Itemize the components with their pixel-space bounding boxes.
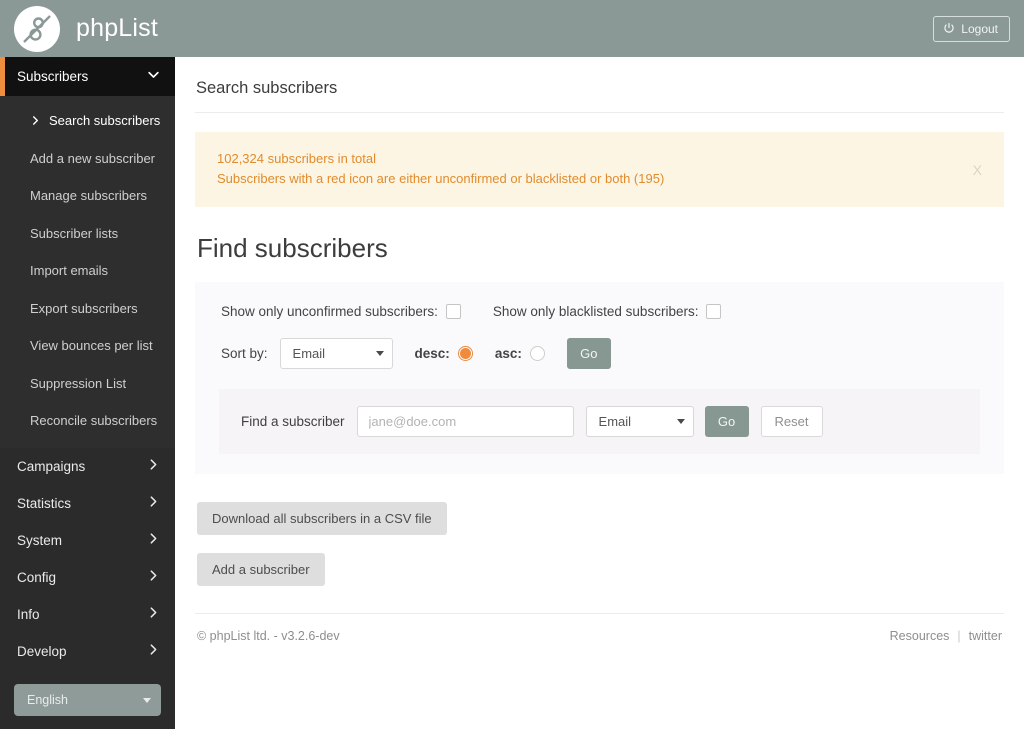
sidebar-item-label: Reconcile subscribers [30, 413, 158, 429]
language-select-value: English [27, 693, 68, 707]
sidebar-group-label: Statistics [17, 495, 72, 511]
sidebar-item-label: Subscriber lists [30, 225, 119, 241]
sidebar-group-subscribers[interactable]: Subscribers [0, 57, 175, 96]
sidebar-item-label: Export subscribers [30, 300, 138, 316]
sidebar-item-label: Suppression List [30, 375, 127, 391]
sort-row: Sort by: Email desc: asc: Go [219, 338, 980, 369]
caret-down-icon [143, 697, 151, 703]
find-subscriber-input[interactable] [356, 406, 574, 437]
logout-button[interactable]: Logout [933, 16, 1010, 42]
sort-by-select[interactable]: Email [279, 338, 393, 369]
footer-separator: | [957, 629, 961, 643]
sort-go-button[interactable]: Go [566, 338, 611, 369]
footer-links: Resources | twitter [890, 629, 1002, 643]
language-selector-wrap: English [0, 684, 175, 729]
unconfirmed-checkbox[interactable] [445, 304, 461, 319]
sidebar-item-search-subscribers[interactable]: Search subscribers [0, 102, 175, 140]
sidebar-item-label: Search subscribers [49, 113, 161, 129]
filter-checkbox-row: Show only unconfirmed subscribers: Show … [219, 304, 980, 319]
caret-down-icon [676, 419, 685, 424]
chevron-down-icon [146, 67, 161, 87]
logout-label: Logout [961, 22, 998, 36]
sidebar-item-manage-subscribers[interactable]: Manage subscribers [0, 177, 175, 215]
sidebar-group-system[interactable]: System [0, 521, 175, 559]
info-alert: 102,324 subscribers in total Subscribers… [195, 132, 1004, 207]
app-root: phpList Logout Subscribers Search subscr… [0, 0, 1024, 729]
sidebar-item-label: View bounces per list [30, 338, 153, 354]
page-title: Search subscribers [196, 79, 338, 97]
sidebar-item-export-subscribers[interactable]: Export subscribers [0, 290, 175, 328]
sidebar-group-statistics[interactable]: Statistics [0, 484, 175, 522]
desc-radio[interactable] [457, 346, 473, 361]
sort-by-select-value: Email [292, 346, 326, 361]
title-divider [195, 112, 1004, 113]
sidebar-group-info[interactable]: Info [0, 595, 175, 633]
unconfirmed-checkbox-label: Show only unconfirmed subscribers: [221, 304, 438, 319]
chevron-right-icon [147, 606, 160, 622]
sidebar-group-label: System [17, 532, 63, 548]
find-go-button[interactable]: Go [704, 406, 749, 437]
caret-down-icon [375, 351, 384, 356]
chevron-right-icon [147, 532, 160, 548]
sidebar-item-suppression-list[interactable]: Suppression List [0, 365, 175, 403]
sidebar-group-label: Develop [17, 643, 67, 659]
body-row: Subscribers Search subscribers Add a new… [0, 57, 1024, 729]
power-icon [943, 22, 955, 36]
asc-radio[interactable] [529, 346, 545, 361]
sidebar-item-label: Manage subscribers [30, 188, 148, 204]
sidebar-item-reconcile-subscribers[interactable]: Reconcile subscribers [0, 402, 175, 440]
find-subscriber-label: Find a subscriber [241, 414, 345, 429]
sidebar-group-develop[interactable]: Develop [0, 632, 175, 670]
chevron-right-icon [147, 643, 160, 659]
find-reset-button[interactable]: Reset [760, 406, 823, 437]
blacklisted-checkbox[interactable] [706, 304, 722, 319]
desc-radio-label: desc: [414, 346, 450, 361]
sidebar-item-import-emails[interactable]: Import emails [0, 252, 175, 290]
chevron-right-icon [147, 569, 160, 585]
footer: © phpList ltd. - v3.2.6-dev Resources | … [195, 614, 1004, 643]
close-icon[interactable]: X [969, 161, 986, 179]
section-title: Find subscribers [197, 233, 388, 263]
alert-redicon-line: Subscribers with a red icon are either u… [217, 171, 665, 186]
find-subscribers-panel: Show only unconfirmed subscribers: Show … [195, 282, 1004, 474]
download-csv-button[interactable]: Download all subscribers in a CSV file [197, 502, 447, 535]
footer-twitter-link[interactable]: twitter [969, 629, 1002, 643]
sidebar-item-label: Add a new subscriber [30, 150, 156, 166]
sidebar-item-view-bounces-per-list[interactable]: View bounces per list [0, 327, 175, 365]
sidebar-group-label: Campaigns [17, 458, 86, 474]
find-field-select-value: Email [598, 414, 632, 429]
find-field-select[interactable]: Email [585, 406, 694, 437]
sidebar: Subscribers Search subscribers Add a new… [0, 57, 175, 729]
language-select[interactable]: English [14, 684, 161, 716]
app-header: phpList Logout [0, 0, 1024, 57]
sidebar-group-label: Info [17, 606, 40, 622]
sidebar-group-label: Config [17, 569, 57, 585]
add-subscriber-button[interactable]: Add a subscriber [197, 553, 325, 586]
sidebar-item-add-a-new-subscriber[interactable]: Add a new subscriber [0, 140, 175, 178]
chevron-right-icon [30, 115, 41, 126]
sidebar-group-label: Subscribers [17, 69, 89, 84]
footer-copyright: © phpList ltd. - v3.2.6-dev [197, 629, 340, 643]
asc-radio-label: asc: [494, 346, 522, 361]
brand-title: phpList [76, 14, 159, 42]
sidebar-group-campaigns[interactable]: Campaigns [0, 447, 175, 485]
sidebar-item-label: Import emails [30, 263, 109, 279]
find-subscriber-row: Find a subscriber Email Go Reset [219, 389, 980, 454]
phplist-logo-icon [14, 5, 60, 52]
chevron-right-icon [147, 495, 160, 511]
chevron-right-icon [147, 458, 160, 474]
sidebar-submenu: Search subscribers Add a new subscriber … [0, 96, 175, 448]
brand-area: phpList [0, 5, 159, 52]
action-buttons: Download all subscribers in a CSV file A… [195, 502, 1004, 586]
blacklisted-checkbox-label: Show only blacklisted subscribers: [492, 304, 699, 319]
sidebar-group-config[interactable]: Config [0, 558, 175, 596]
main-content: Search subscribers 102,324 subscribers i… [175, 57, 1024, 729]
footer-resources-link[interactable]: Resources [890, 629, 950, 643]
alert-total-line: 102,324 subscribers in total [217, 151, 376, 166]
sort-by-label: Sort by: [221, 346, 268, 361]
sidebar-item-subscriber-lists[interactable]: Subscriber lists [0, 215, 175, 253]
